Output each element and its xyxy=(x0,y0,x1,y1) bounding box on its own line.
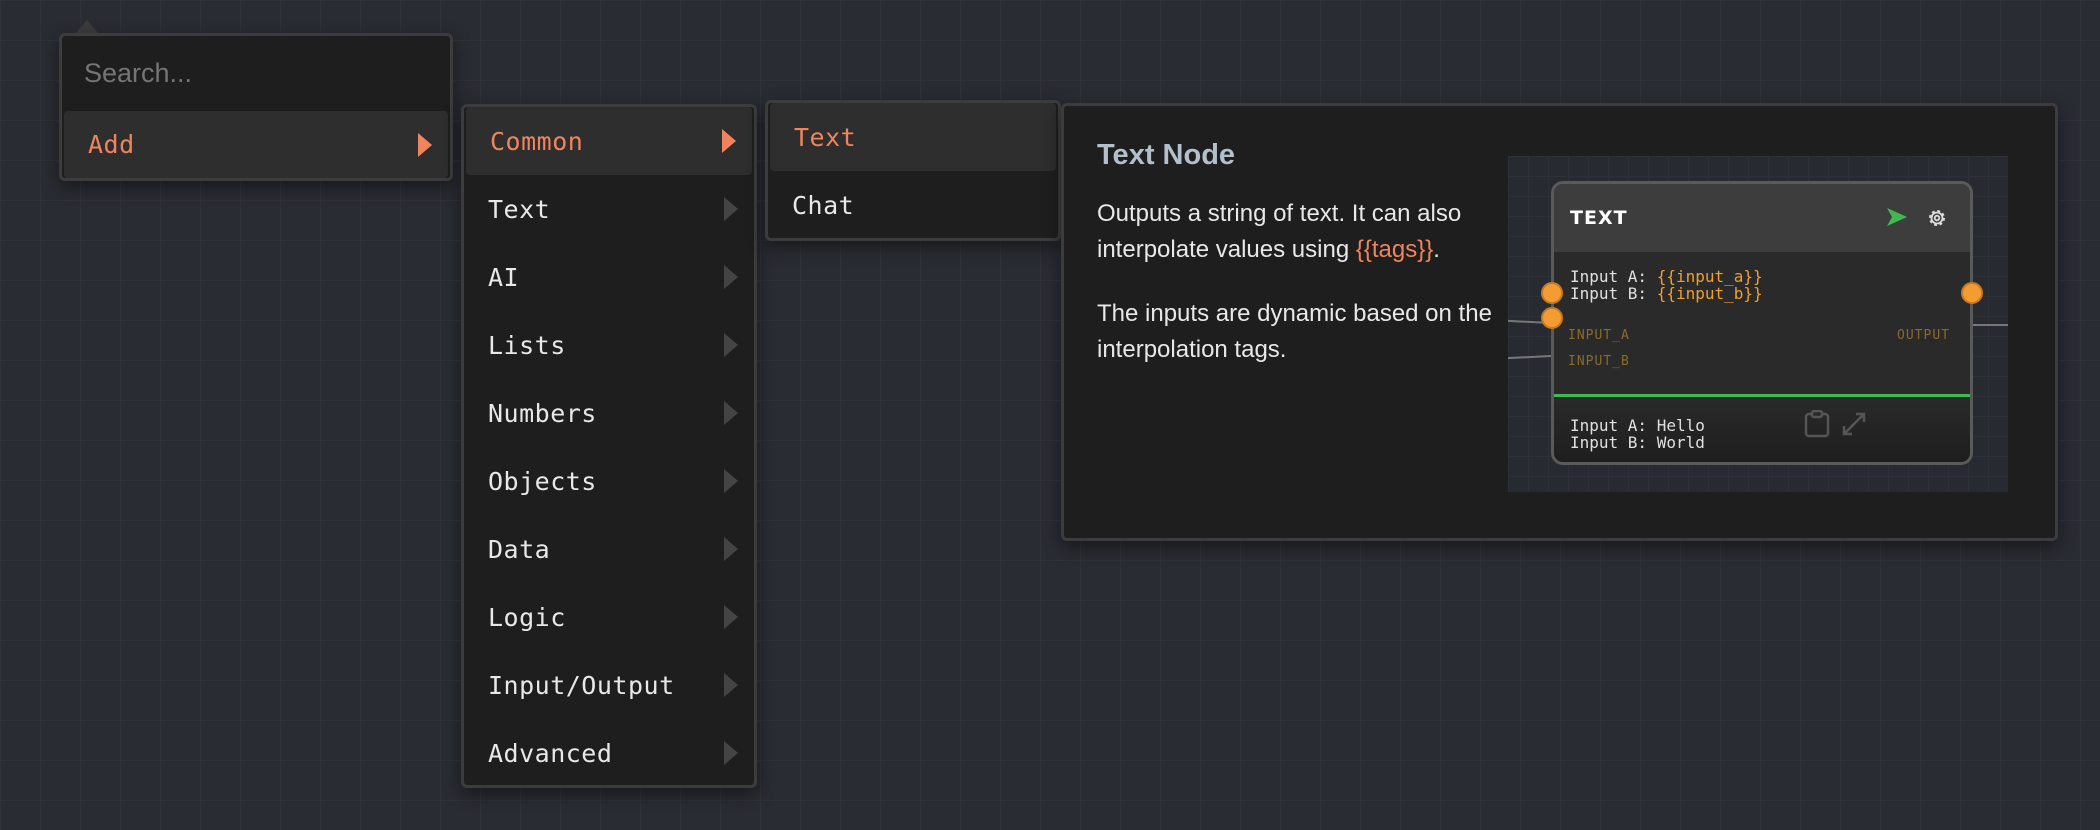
menu-item-advanced[interactable]: Advanced xyxy=(464,719,754,787)
node-description-2: The inputs are dynamic based on the inte… xyxy=(1097,300,1492,363)
chevron-right-icon xyxy=(724,265,738,289)
node-info-panel: Text Node Outputs a string of text. It c… xyxy=(1061,103,2058,541)
menu-caret xyxy=(76,20,98,33)
wire xyxy=(1973,324,2008,326)
chevron-right-icon xyxy=(724,537,738,561)
port-output[interactable] xyxy=(1961,282,1983,304)
menu-item-text[interactable]: Text xyxy=(770,103,1056,171)
wire xyxy=(1508,354,1554,360)
chevron-right-icon xyxy=(722,129,736,153)
menu-item-numbers[interactable]: Numbers xyxy=(464,379,754,447)
node-header: TEXT xyxy=(1554,184,1970,252)
menu-item-text[interactable]: Text xyxy=(464,175,754,243)
menu-item-logic[interactable]: Logic xyxy=(464,583,754,651)
menu-item-chat[interactable]: Chat xyxy=(768,171,1058,239)
menu-item-ai[interactable]: AI xyxy=(464,243,754,311)
menu-item-label: AI xyxy=(488,262,520,292)
menu-item-label: Text xyxy=(488,194,551,224)
search-menu: Add xyxy=(59,33,453,181)
port-input-a[interactable] xyxy=(1541,282,1563,304)
output-line-b: Input B: World xyxy=(1570,433,1705,452)
menu-item-lists[interactable]: Lists xyxy=(464,311,754,379)
node-title: Text Node xyxy=(1097,139,1236,171)
chevron-right-icon xyxy=(724,401,738,425)
chevron-right-icon xyxy=(724,197,738,221)
chevron-right-icon xyxy=(418,133,432,157)
menu-item-label: Logic xyxy=(488,602,566,632)
line-tag: {{input_b}} xyxy=(1656,284,1763,303)
menu-item-label: Numbers xyxy=(488,398,597,428)
send-icon xyxy=(1887,208,1907,226)
desc-tag: {{tags}} xyxy=(1355,236,1434,263)
node-description: Outputs a string of text. It can also in… xyxy=(1097,196,1497,268)
port-label-input-b: INPUT_B xyxy=(1568,354,1630,369)
menu-item-add[interactable]: Add xyxy=(64,111,448,178)
menu-item-label: Objects xyxy=(488,466,597,496)
chevron-right-icon xyxy=(724,605,738,629)
category-menu: Common Text AI Lists Numbers Objects Data Logic… xyxy=(461,104,757,788)
menu-item-label: Lists xyxy=(488,330,566,360)
menu-item-label: Data xyxy=(488,534,551,564)
chevron-right-icon xyxy=(724,673,738,697)
clipboard-icon xyxy=(1804,410,1830,438)
port-label-input-a: INPUT_A xyxy=(1568,328,1630,343)
template-line-b: Input B: {{input_b}} xyxy=(1570,283,1763,305)
menu-item-label: Chat xyxy=(792,190,855,220)
text-node-card: TEXT Input A: {{input_a}} Input B: {{inp… xyxy=(1551,181,1973,465)
menu-item-data[interactable]: Data xyxy=(464,515,754,583)
menu-item-label: Input/Output xyxy=(488,670,675,700)
desc-text-end: . xyxy=(1433,236,1440,263)
line-label: Input B: xyxy=(1570,284,1657,303)
menu-item-label: Advanced xyxy=(488,738,613,768)
node-preview: TEXT Input A: {{input_a}} Input B: {{inp… xyxy=(1508,156,2008,492)
chevron-right-icon xyxy=(724,741,738,765)
gear-icon xyxy=(1928,209,1946,227)
node-header-title: TEXT xyxy=(1570,207,1628,229)
search-input[interactable] xyxy=(62,36,450,111)
port-label-output: OUTPUT xyxy=(1897,328,1950,343)
port-input-b[interactable] xyxy=(1541,307,1563,329)
chevron-right-icon xyxy=(724,469,738,493)
menu-item-input-output[interactable]: Input/Output xyxy=(464,651,754,719)
menu-item-label: Common xyxy=(490,126,584,156)
menu-item-label: Text xyxy=(794,122,857,152)
menu-item-label: Add xyxy=(88,130,135,159)
submenu: Text Chat xyxy=(765,100,1061,241)
chevron-right-icon xyxy=(724,333,738,357)
expand-icon xyxy=(1842,412,1866,436)
menu-item-common[interactable]: Common xyxy=(466,107,752,175)
menu-item-objects[interactable]: Objects xyxy=(464,447,754,515)
